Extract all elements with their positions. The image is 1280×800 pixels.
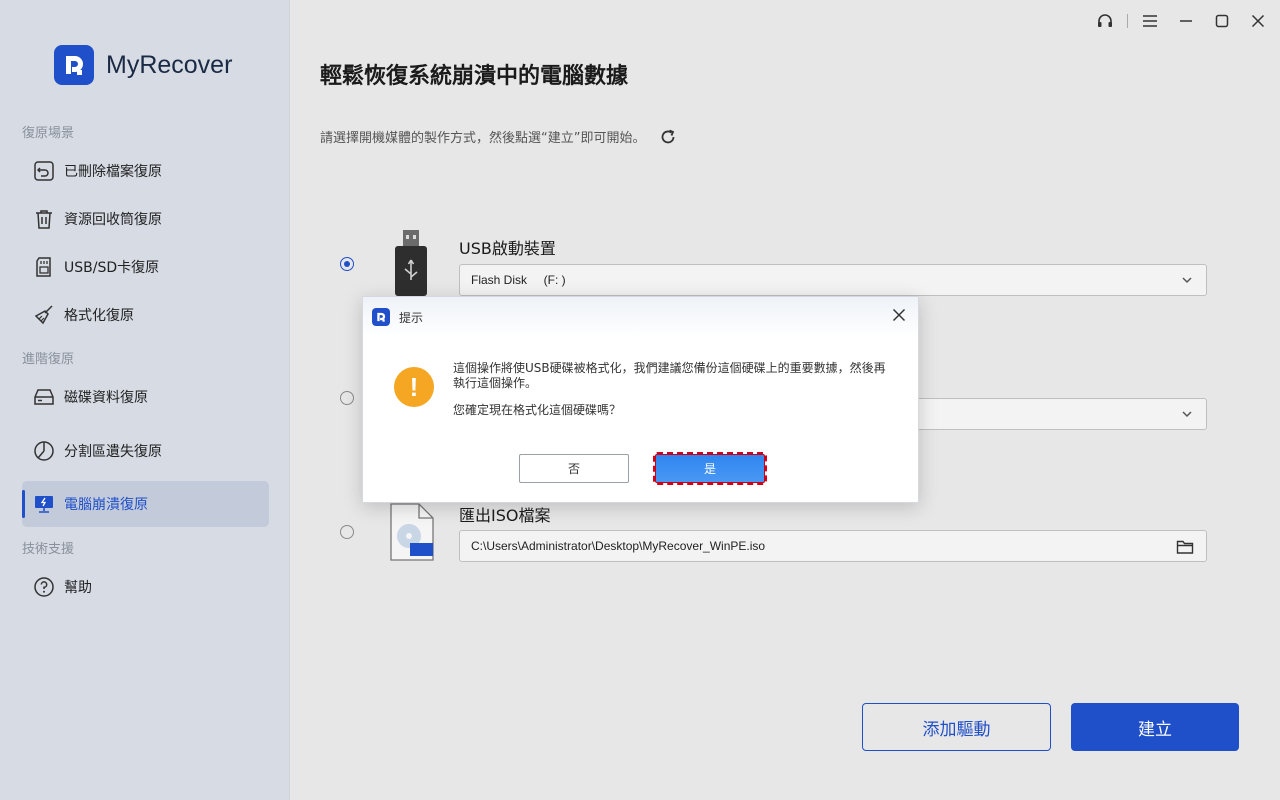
- titlebar-divider: [1127, 14, 1128, 28]
- hard-drive-icon: [32, 385, 56, 409]
- trash-icon: [32, 207, 56, 231]
- sidebar-item-label: 幫助: [64, 580, 92, 596]
- app-name: MyRecover: [106, 50, 233, 79]
- iso-path-field[interactable]: C:\Users\Administrator\Desktop\MyRecover…: [459, 530, 1207, 562]
- sidebar-item-pc-crash-recovery[interactable]: 電腦崩潰復原: [22, 481, 269, 527]
- dialog-message: 這個操作將使USB硬碟被格式化，我們建議您備份這個硬碟上的重要數據，然後再執行這…: [453, 361, 886, 390]
- restore-file-icon: [32, 159, 56, 183]
- window-controls: [1087, 0, 1280, 42]
- section-label-advanced-recovery: 進階復原: [22, 352, 75, 367]
- instruction-text: 請選擇開機媒體的製作方式，然後點選“建立”即可開始。: [320, 131, 646, 146]
- support-button[interactable]: [1087, 0, 1123, 42]
- close-window-button[interactable]: [1240, 0, 1276, 42]
- iso-path-value: C:\Users\Administrator\Desktop\MyRecover…: [471, 539, 766, 553]
- app-logo: MyRecover: [54, 45, 232, 85]
- close-icon: [1251, 14, 1265, 28]
- minimize-icon: [1179, 14, 1193, 28]
- myrecover-logo-icon: [372, 308, 390, 326]
- create-button[interactable]: 建立: [1071, 703, 1239, 751]
- chevron-down-icon: [1180, 273, 1194, 287]
- sidebar-item-partition-recovery[interactable]: 分割區遺失復原: [22, 428, 269, 474]
- cd-option-radio[interactable]: [340, 391, 354, 405]
- sidebar-item-label: 分割區遺失復原: [64, 444, 162, 460]
- sidebar-item-help[interactable]: 幫助: [22, 564, 269, 610]
- headset-icon: [1096, 12, 1114, 30]
- section-label-recovery-scenarios: 復原場景: [22, 126, 75, 141]
- chevron-down-icon: [1180, 407, 1194, 421]
- maximize-icon: [1215, 14, 1229, 28]
- sidebar-item-deleted-files[interactable]: 已刪除檔案復原: [22, 148, 269, 194]
- dialog-no-button[interactable]: 否: [519, 454, 629, 483]
- minimize-button[interactable]: [1168, 0, 1204, 42]
- sidebar-item-format-recovery[interactable]: 格式化復原: [22, 292, 269, 338]
- sidebar-item-label: 格式化復原: [64, 308, 134, 324]
- folder-icon[interactable]: [1176, 539, 1194, 555]
- iso-option-title: 匯出ISO檔案: [459, 506, 551, 525]
- sidebar-item-usb-sd[interactable]: USB/SD卡復原: [22, 244, 269, 290]
- format-confirm-dialog: 提示 ! 這個操作將使USB硬碟被格式化，我們建議您備份這個硬碟上的重要數據，然…: [362, 296, 919, 503]
- page-subtitle: 請選擇開機媒體的製作方式，然後點選“建立”即可開始。: [320, 127, 677, 146]
- page-title: 輕鬆恢復系統崩潰中的電腦數據: [320, 64, 629, 89]
- broom-icon: [32, 303, 56, 327]
- dialog-close-button[interactable]: [892, 308, 906, 322]
- sidebar: MyRecover 復原場景 已刪除檔案復原 資源回收筒復原 USB/SD卡復原…: [0, 0, 290, 800]
- warning-icon: !: [394, 367, 434, 407]
- iso-option-radio[interactable]: [340, 525, 354, 539]
- section-label-tech-support: 技術支援: [22, 542, 75, 557]
- myrecover-logo-icon: [54, 45, 94, 85]
- sidebar-item-label: 資源回收筒復原: [64, 212, 162, 228]
- sidebar-item-label: 電腦崩潰復原: [64, 497, 148, 513]
- sidebar-item-label: 已刪除檔案復原: [64, 164, 162, 180]
- refresh-icon: [659, 128, 677, 146]
- refresh-button[interactable]: [659, 128, 677, 146]
- dialog-title: 提示: [399, 310, 424, 325]
- help-icon: [32, 575, 56, 599]
- sd-card-icon: [32, 255, 56, 279]
- sidebar-item-label: 磁碟資料復原: [64, 390, 148, 406]
- hamburger-menu-icon: [1142, 14, 1158, 28]
- add-driver-button[interactable]: 添加驅動: [862, 703, 1051, 751]
- menu-button[interactable]: [1132, 0, 1168, 42]
- usb-option-title: USB啟動裝置: [459, 239, 556, 258]
- maximize-button[interactable]: [1204, 0, 1240, 42]
- sidebar-item-recycle-bin[interactable]: 資源回收筒復原: [22, 196, 269, 242]
- crashed-pc-icon: [32, 492, 56, 516]
- dialog-header: 提示: [363, 297, 918, 337]
- dialog-question: 您確定現在格式化這個硬碟嗎？: [453, 403, 622, 417]
- dialog-yes-button[interactable]: 是: [653, 452, 767, 485]
- usb-drive-icon: [394, 230, 428, 300]
- usb-device-select[interactable]: Flash Disk (F: ): [459, 264, 1207, 296]
- usb-device-value: Flash Disk (F: ): [471, 273, 566, 287]
- sidebar-item-disk-recovery[interactable]: 磁碟資料復原: [22, 374, 269, 420]
- partition-icon: [32, 439, 56, 463]
- sidebar-item-label: USB/SD卡復原: [64, 260, 160, 276]
- iso-file-icon: [389, 503, 435, 565]
- usb-option-radio[interactable]: [340, 257, 354, 271]
- close-icon: [892, 308, 906, 322]
